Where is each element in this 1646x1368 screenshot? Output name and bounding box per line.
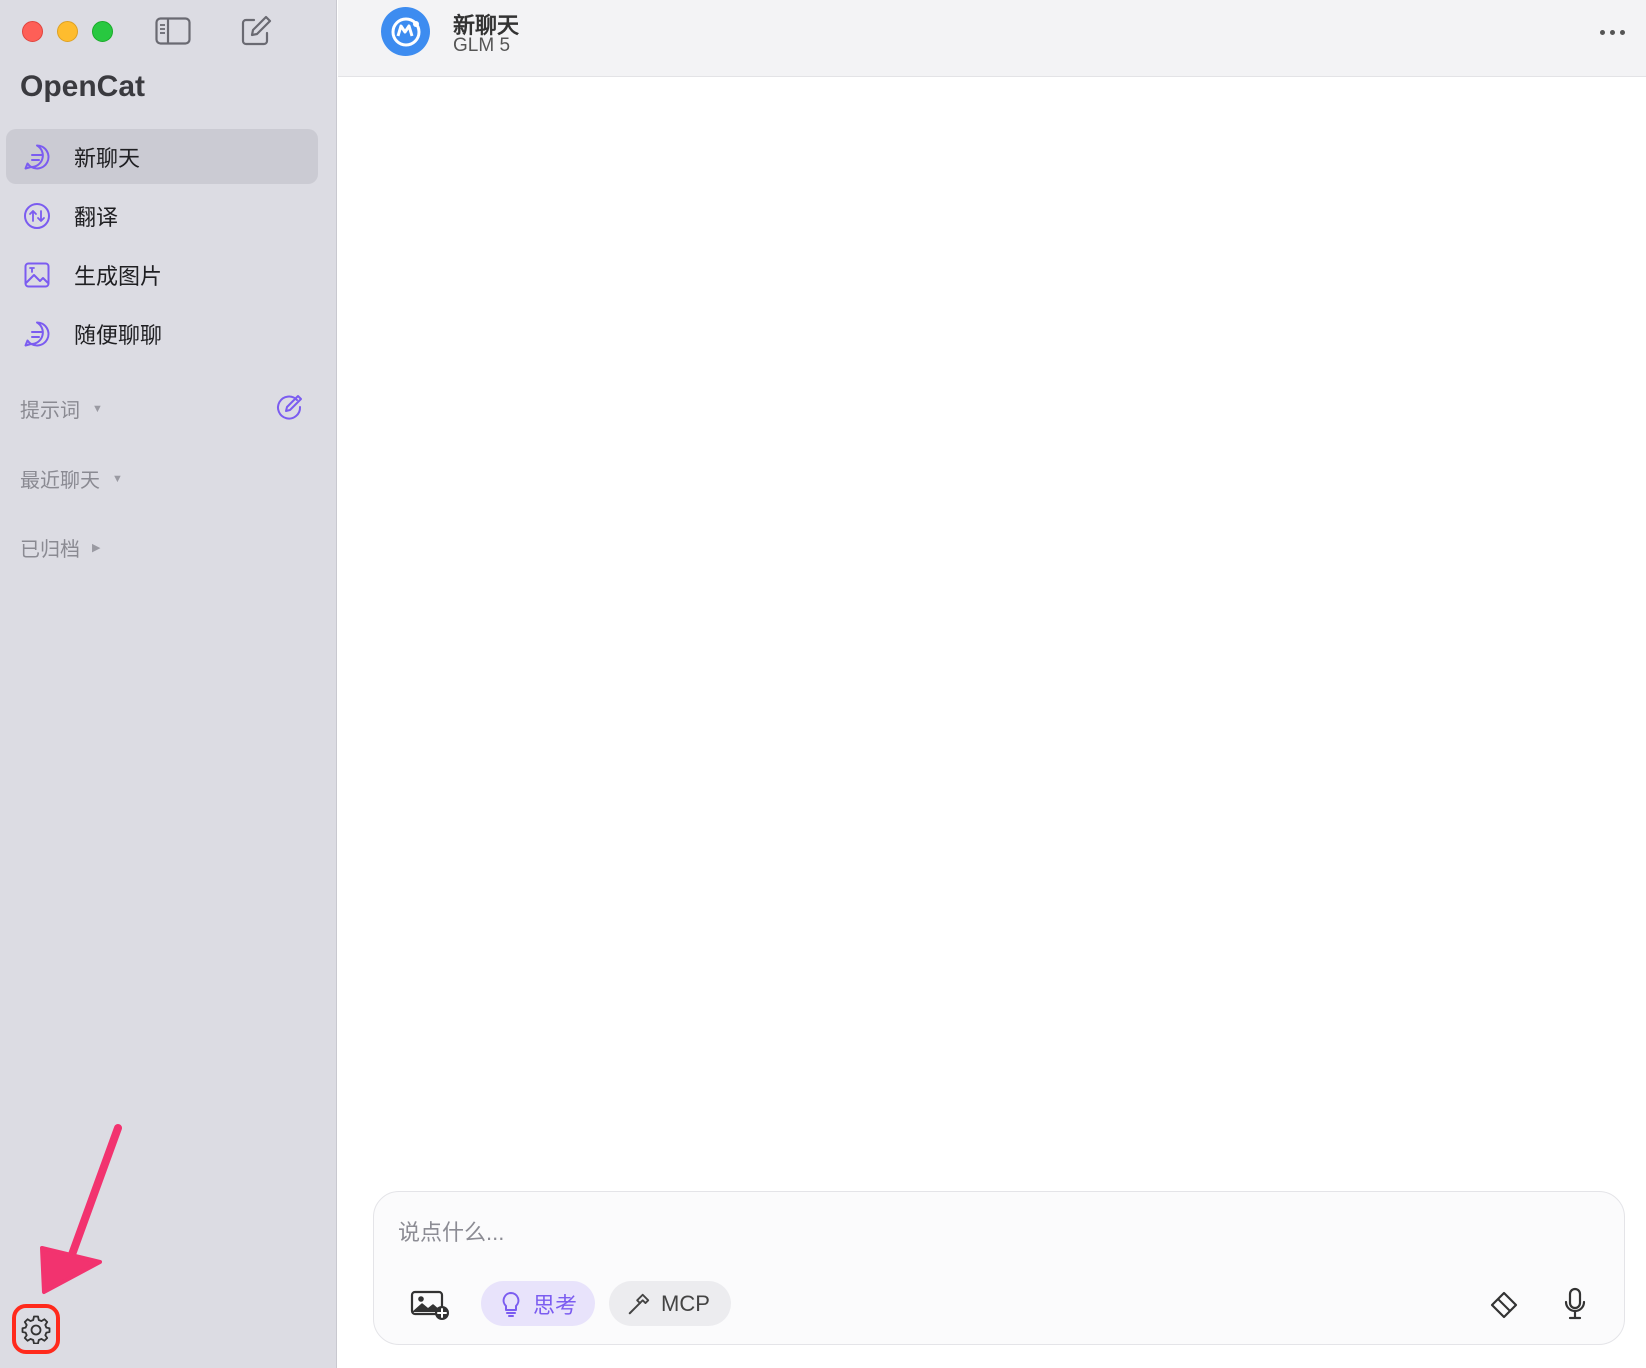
sidebar-item-label: 翻译 bbox=[74, 204, 119, 230]
sidebar-item-new-chat[interactable]: 新聊天 bbox=[6, 129, 318, 184]
gear-icon bbox=[21, 1315, 51, 1344]
more-dot bbox=[1619, 29, 1625, 35]
chat-header: 新聊天 GLM 5 bbox=[338, 0, 1646, 77]
clear-input-button[interactable] bbox=[1486, 1287, 1522, 1323]
minimize-window-button[interactable] bbox=[57, 21, 78, 42]
sidebar-item-label: 新聊天 bbox=[74, 145, 141, 171]
translate-icon bbox=[22, 201, 52, 231]
hammer-icon bbox=[627, 1291, 651, 1317]
message-input[interactable] bbox=[398, 1220, 1578, 1246]
more-options-button[interactable] bbox=[1594, 20, 1630, 44]
mcp-toggle[interactable]: MCP bbox=[609, 1281, 731, 1326]
sidebar-item-casual-chat[interactable]: 随便聊聊 bbox=[6, 306, 318, 361]
caret-down-icon: ▼ bbox=[92, 402, 103, 415]
model-avatar[interactable] bbox=[381, 7, 430, 56]
compose-icon bbox=[241, 15, 272, 46]
sidebar-item-label: 生成图片 bbox=[74, 263, 163, 289]
section-archived[interactable]: 已归档 ▶ bbox=[20, 533, 100, 562]
message-area bbox=[338, 78, 1646, 1188]
section-label: 已归档 bbox=[20, 539, 80, 561]
think-toggle[interactable]: 思考 bbox=[481, 1281, 595, 1326]
attach-image-button[interactable] bbox=[408, 1287, 452, 1323]
model-name: GLM 5 bbox=[453, 35, 511, 56]
voice-input-button[interactable] bbox=[1560, 1285, 1590, 1323]
chat-bubble-icon bbox=[22, 142, 52, 172]
microphone-icon bbox=[1564, 1287, 1586, 1320]
edit-circle-icon bbox=[277, 395, 302, 420]
sidebar-item-translate[interactable]: 翻译 bbox=[6, 188, 318, 243]
zoom-window-button[interactable] bbox=[92, 21, 113, 42]
model-logo-icon bbox=[391, 17, 420, 46]
section-label: 最近聊天 bbox=[20, 470, 100, 492]
image-icon bbox=[22, 260, 52, 290]
sidebar-item-label: 随便聊聊 bbox=[74, 322, 163, 348]
more-dot bbox=[1599, 29, 1605, 35]
sidebar-item-generate-image[interactable]: 生成图片 bbox=[6, 247, 318, 302]
think-label: 思考 bbox=[533, 1292, 578, 1318]
section-recent-chats[interactable]: 最近聊天 ▼ bbox=[20, 464, 123, 493]
section-label: 提示词 bbox=[20, 400, 80, 422]
eraser-icon bbox=[1490, 1291, 1518, 1319]
sidebar-icon bbox=[155, 17, 191, 45]
caret-right-icon: ▶ bbox=[92, 542, 101, 554]
mcp-label: MCP bbox=[661, 1290, 710, 1316]
image-add-icon bbox=[410, 1290, 449, 1320]
window-controls bbox=[22, 21, 113, 42]
message-composer: 思考 MCP bbox=[373, 1191, 1625, 1345]
caret-down-icon: ▼ bbox=[112, 472, 123, 485]
app-title: OpenCat bbox=[20, 70, 146, 103]
close-window-button[interactable] bbox=[22, 21, 43, 42]
annotation-arrow-icon bbox=[40, 1124, 122, 1294]
compose-button[interactable] bbox=[236, 14, 276, 48]
section-prompts[interactable]: 提示词 ▼ bbox=[20, 394, 103, 423]
lightbulb-icon bbox=[499, 1291, 523, 1317]
chat-bubble-icon bbox=[22, 319, 52, 349]
new-prompt-button[interactable] bbox=[275, 393, 305, 423]
toggle-sidebar-button[interactable] bbox=[153, 14, 193, 48]
more-dot bbox=[1609, 29, 1615, 35]
